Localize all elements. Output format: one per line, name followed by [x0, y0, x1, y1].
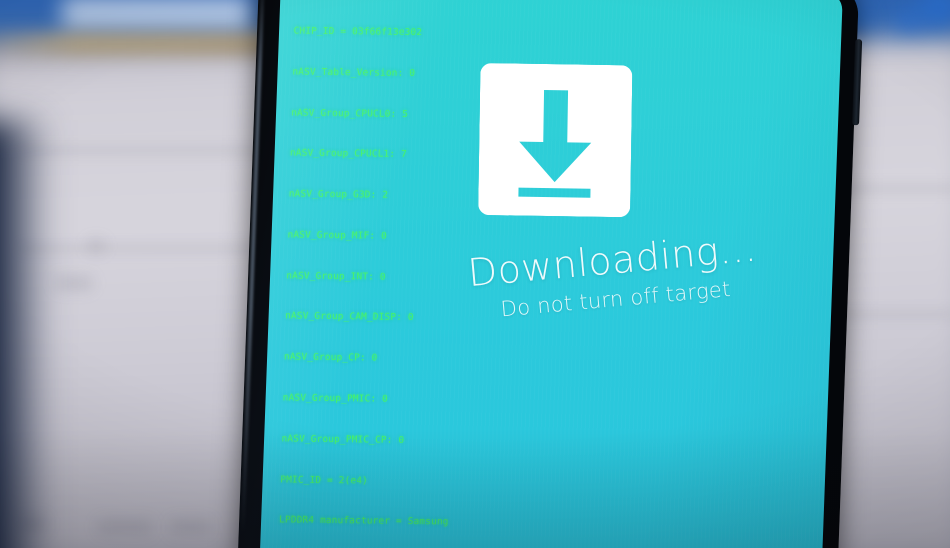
screenshot-scene: LOT_ID = N80H5 CHIP_ID = 03f66f13e302 nA… [0, 0, 950, 548]
debug-log-line: PMIC_ID = 2(e4) [280, 473, 369, 487]
debug-log-line: nASV_Group_CP: 0 [283, 351, 378, 364]
background-app-title-text [62, 0, 252, 30]
debug-log-line: nASV_Group_MIF: 0 [287, 229, 388, 242]
background-form-field [88, 240, 104, 252]
debug-log-line: nASV_Group_CPUCL0: 5 [291, 107, 409, 120]
debug-log-line: nASV_Table_Version: 0 [292, 66, 416, 79]
background-form-field [98, 520, 152, 534]
debug-log-line: CHIP_ID = 03f66f13e302 [293, 25, 423, 39]
download-status-block: Downloading... Do not turn off target [421, 222, 806, 329]
phone-device: LOT_ID = N80H5 CHIP_ID = 03f66f13e302 nA… [236, 0, 863, 548]
debug-log-line: nASV_Group_PMIC: 0 [282, 392, 389, 405]
debug-log-line: nASV_Group_PMIC_CP: 0 [281, 433, 405, 446]
background-form-field [170, 520, 210, 534]
phone-screen: LOT_ID = N80H5 CHIP_ID = 03f66f13e302 nA… [259, 0, 843, 548]
debug-log-line: nASV_Group_G3D: 2 [288, 188, 389, 201]
background-form-field [56, 276, 92, 290]
download-arrow-icon [478, 63, 633, 218]
debug-log-line: LPDDR4 manufacturer = Samsung [278, 514, 449, 528]
debug-log-line: nASV_Group_CPUCL1: 7 [289, 147, 408, 161]
background-left-shadow [0, 120, 50, 548]
